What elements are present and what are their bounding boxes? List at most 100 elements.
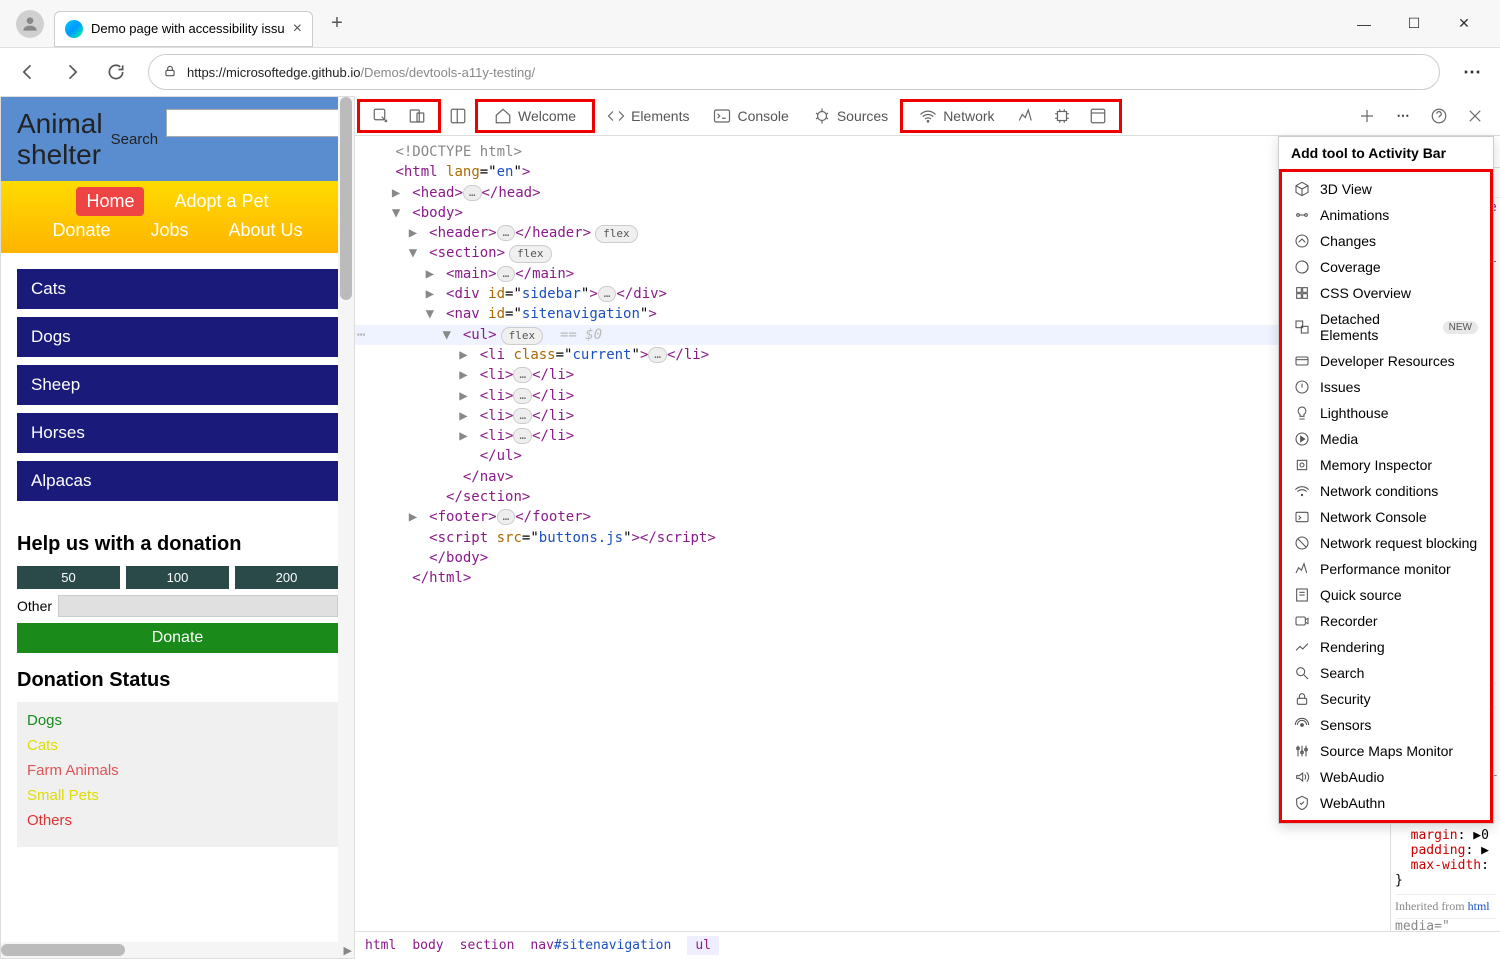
new-tab-button[interactable]: +: [321, 8, 353, 40]
menu-item-recorder[interactable]: Recorder: [1282, 608, 1490, 634]
other-amount-input[interactable]: [58, 595, 338, 617]
menu-item-changes[interactable]: Changes: [1282, 228, 1490, 254]
dom-node[interactable]: ⋯ ▼ <ul>flex == $0: [355, 325, 1390, 345]
tab-network[interactable]: Network: [907, 99, 1006, 133]
performance-button[interactable]: [1009, 99, 1043, 133]
inspect-button[interactable]: [364, 99, 398, 133]
dom-node[interactable]: </ul>: [355, 446, 1390, 466]
tab-elements[interactable]: Elements: [595, 99, 701, 133]
dom-node[interactable]: <!DOCTYPE html>: [355, 142, 1390, 162]
dom-breadcrumb[interactable]: html body section nav#sitenavigation ul: [355, 931, 1500, 959]
profile-avatar[interactable]: [16, 10, 44, 38]
dom-node[interactable]: ▶ <footer>…</footer>: [355, 507, 1390, 527]
tab-console[interactable]: Console: [701, 99, 800, 133]
dom-node[interactable]: </html>: [355, 568, 1390, 588]
menu-item-webauthn[interactable]: WebAuthn: [1282, 790, 1490, 816]
dom-node[interactable]: </nav>: [355, 467, 1390, 487]
dom-node[interactable]: ▼ <body>: [355, 203, 1390, 223]
dom-node[interactable]: ▶ <li class="current">…</li>: [355, 345, 1390, 365]
menu-item-animations[interactable]: Animations: [1282, 202, 1490, 228]
nav-link[interactable]: Donate: [42, 216, 120, 245]
dom-node[interactable]: </body>: [355, 548, 1390, 568]
sidebar-item[interactable]: Cats: [17, 269, 338, 309]
menu-item-css-overview[interactable]: CSS Overview: [1282, 280, 1490, 306]
vertical-scrollbar[interactable]: [338, 97, 354, 942]
application-button[interactable]: [1081, 99, 1115, 133]
dom-node[interactable]: </section>: [355, 487, 1390, 507]
breadcrumb-item[interactable]: body: [412, 938, 443, 953]
device-toolbar-button[interactable]: [400, 99, 434, 133]
dom-node[interactable]: ▶ <li>…</li>: [355, 365, 1390, 385]
menu-item-rendering[interactable]: Rendering: [1282, 634, 1490, 660]
maximize-button[interactable]: ☐: [1398, 8, 1430, 40]
donate-amount-button[interactable]: 100: [126, 566, 229, 589]
menu-item-search[interactable]: Search: [1282, 660, 1490, 686]
nav-link[interactable]: About Us: [219, 216, 313, 245]
menu-item-lighthouse[interactable]: Lighthouse: [1282, 400, 1490, 426]
menu-item-network-request-blocking[interactable]: Network request blocking: [1282, 530, 1490, 556]
close-tab-icon[interactable]: ×: [293, 20, 302, 38]
donate-amount-button[interactable]: 200: [235, 566, 338, 589]
add-tool-button[interactable]: [1350, 99, 1384, 133]
nav-link[interactable]: Home: [76, 187, 144, 216]
css-rule[interactable]: Inherited from htmlmedia="(prefers-color…: [1395, 894, 1496, 931]
refresh-button[interactable]: [96, 52, 136, 92]
breadcrumb-item[interactable]: section: [460, 938, 515, 953]
sidebar-item[interactable]: Horses: [17, 413, 338, 453]
devtools-close-button[interactable]: [1458, 99, 1492, 133]
menu-item-network-conditions[interactable]: Network conditions: [1282, 478, 1490, 504]
dom-node[interactable]: ▶ <head>…</head>: [355, 183, 1390, 203]
nav-link[interactable]: Jobs: [140, 216, 198, 245]
menu-item-security[interactable]: Security: [1282, 686, 1490, 712]
menu-item-source-maps-monitor[interactable]: Source Maps Monitor: [1282, 738, 1490, 764]
dom-node[interactable]: ▼ <nav id="sitenavigation">: [355, 304, 1390, 324]
dom-node[interactable]: <html lang="en">: [355, 162, 1390, 182]
menu-item-3d-view[interactable]: 3D View: [1282, 176, 1490, 202]
menu-item-detached-elements[interactable]: Detached ElementsNEW: [1282, 306, 1490, 348]
dom-node[interactable]: ▶ <header>…</header>flex: [355, 223, 1390, 243]
menu-item-sensors[interactable]: Sensors: [1282, 712, 1490, 738]
dom-node[interactable]: ▶ <li>…</li>: [355, 426, 1390, 446]
dom-node[interactable]: <script src="buttons.js"></script>: [355, 528, 1390, 548]
sidebar-item[interactable]: Dogs: [17, 317, 338, 357]
menu-item-network-console[interactable]: Network Console: [1282, 504, 1490, 530]
menu-item-performance-monitor[interactable]: Performance monitor: [1282, 556, 1490, 582]
breadcrumb-item[interactable]: ul: [687, 936, 719, 955]
dom-node[interactable]: ▶ <main>…</main>: [355, 264, 1390, 284]
menu-item-coverage[interactable]: Coverage: [1282, 254, 1490, 280]
devtools-help-button[interactable]: [1422, 99, 1456, 133]
dom-node[interactable]: ▶ <li>…</li>: [355, 386, 1390, 406]
tab-welcome[interactable]: Welcome: [482, 99, 588, 133]
menu-item-issues[interactable]: Issues: [1282, 374, 1490, 400]
sidebar-item[interactable]: Alpacas: [17, 461, 338, 501]
donate-amount-button[interactable]: 50: [17, 566, 120, 589]
menu-item-memory-inspector[interactable]: Memory Inspector: [1282, 452, 1490, 478]
browser-tab[interactable]: Demo page with accessibility issu ×: [54, 11, 313, 47]
browser-menu-button[interactable]: ⋯: [1452, 52, 1492, 92]
search-input[interactable]: [166, 109, 345, 137]
menu-item-media[interactable]: Media: [1282, 426, 1490, 452]
device-icon: [408, 107, 426, 125]
dom-node[interactable]: ▼ <section>flex: [355, 243, 1390, 263]
memory-button[interactable]: [1045, 99, 1079, 133]
dom-node[interactable]: ▶ <div id="sidebar">…</div>: [355, 284, 1390, 304]
close-window-button[interactable]: ✕: [1448, 8, 1480, 40]
devtools-more-button[interactable]: ⋯: [1386, 99, 1420, 133]
menu-item-developer-resources[interactable]: Developer Resources: [1282, 348, 1490, 374]
nav-link[interactable]: Adopt a Pet: [164, 187, 278, 216]
horizontal-scrollbar[interactable]: ▶: [1, 942, 354, 958]
address-bar[interactable]: https://microsoftedge.github.io/Demos/de…: [148, 54, 1440, 90]
breadcrumb-item[interactable]: nav#sitenavigation: [530, 938, 671, 953]
forward-button[interactable]: [52, 52, 92, 92]
back-button[interactable]: [8, 52, 48, 92]
dom-tree[interactable]: <!DOCTYPE html> <html lang="en"> ▶ <head…: [355, 136, 1390, 931]
sidebar-item[interactable]: Sheep: [17, 365, 338, 405]
dom-node[interactable]: ▶ <li>…</li>: [355, 406, 1390, 426]
tab-sources[interactable]: Sources: [801, 99, 900, 133]
donate-button[interactable]: Donate: [17, 623, 338, 653]
menu-item-quick-source[interactable]: Quick source: [1282, 582, 1490, 608]
breadcrumb-item[interactable]: html: [365, 938, 396, 953]
menu-item-webaudio[interactable]: WebAudio: [1282, 764, 1490, 790]
dock-button[interactable]: [441, 99, 475, 133]
minimize-button[interactable]: —: [1348, 8, 1380, 40]
